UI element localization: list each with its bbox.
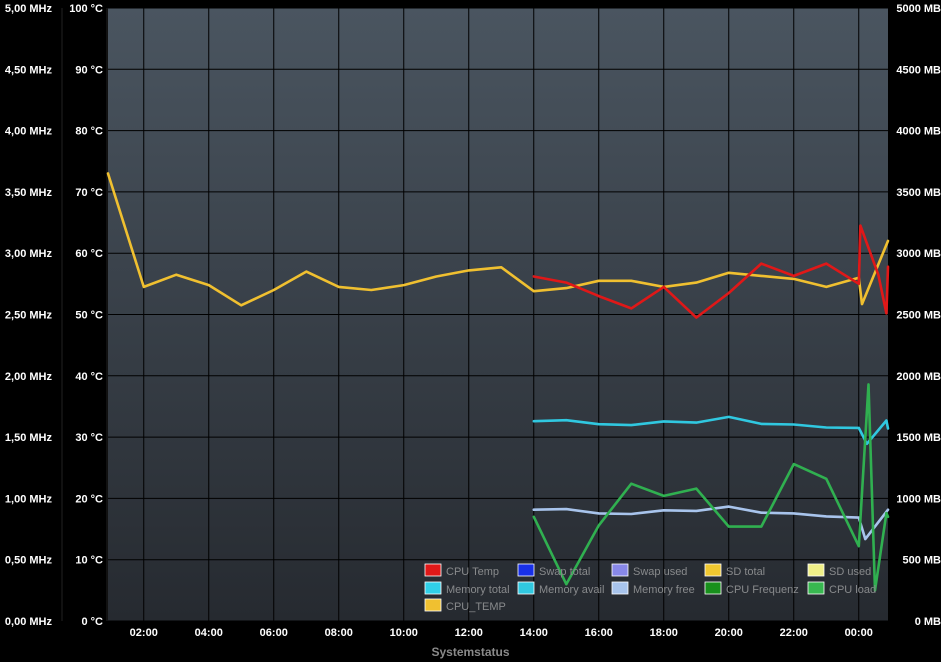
megabyte-axis: 0 MB 500 MB 1000 MB 1500 MB 2000 MB 2500 MB 30… [896,3,941,628]
legend-item-cpu-load[interactable]: CPU load [807,581,876,596]
temp-tick-label: 30 °C [75,432,103,444]
legend-swatch [807,563,825,577]
time-tick-label: 20:00 [715,627,743,639]
legend-swatch [704,581,722,595]
time-tick-label: 14:00 [520,627,548,639]
mb-tick-label: 5000 MB [896,3,941,15]
mb-tick-label: 500 MB [902,555,941,567]
chart-footer-label: Systemstatus [431,645,510,659]
legend-swatch [611,563,629,577]
time-tick-label: 12:00 [455,627,483,639]
legend-item-sd-total[interactable]: SD total [704,563,765,578]
legend-label: SD used [829,566,871,578]
temp-tick-label: 60 °C [75,248,103,260]
legend-label: Memory free [633,584,695,596]
legend-label: Memory avail [539,584,604,596]
time-tick-label: 10:00 [390,627,418,639]
legend-label: Swap total [539,566,590,578]
legend-swatch [807,581,825,595]
time-tick-label: 06:00 [260,627,288,639]
mhz-tick-label: 5,00 MHz [5,3,53,15]
time-tick-label: 08:00 [325,627,353,639]
legend-label: CPU Frequenz [726,584,799,596]
legend-item-swap-used[interactable]: Swap used [611,563,687,578]
legend-item-memory-free[interactable]: Memory free [611,581,695,596]
time-tick-label: 18:00 [650,627,678,639]
mhz-tick-label: 3,50 MHz [5,187,53,199]
mhz-tick-label: 4,50 MHz [5,64,53,76]
mhz-tick-label: 2,50 MHz [5,310,53,322]
mb-tick-label: 4500 MB [896,64,941,76]
legend-swatch [517,581,535,595]
temp-tick-label: 40 °C [75,371,103,383]
legend-label: Swap used [633,566,687,578]
temp-tick-label: 20 °C [75,493,103,505]
mhz-axis: 0,00 MHz 0,50 MHz 1,00 MHz 1,50 MHz 2,00 MHz… [5,3,53,628]
system-status-chart: 0,00 MHz 0,50 MHz 1,00 MHz 1,50 MHz 2,00 MHz… [5,3,941,639]
temperature-axis: 0 °C 10 °C 20 °C 30 °C 40 °C 50 °C 60 °C 70 °C 8… [69,3,103,628]
legend-item-swap-total[interactable]: Swap total [517,563,590,578]
legend-label: CPU_TEMP [446,601,506,613]
mhz-tick-label: 2,00 MHz [5,371,53,383]
legend-swatch [517,563,535,577]
legend-item-memory-avail[interactable]: Memory avail [517,581,604,596]
mb-tick-label: 4000 MB [896,126,941,138]
legend-label: SD total [726,566,765,578]
mhz-tick-label: 4,00 MHz [5,126,53,138]
legend-label: CPU load [829,584,876,596]
time-tick-label: 02:00 [130,627,158,639]
mhz-tick-label: 0,00 MHz [5,616,53,628]
temp-tick-label: 70 °C [75,187,103,199]
legend-label: Memory total [446,584,510,596]
legend-item-cpu-temp[interactable]: CPU Temp [424,563,499,578]
time-tick-label: 16:00 [585,627,613,639]
legend-item-cpu-frequenz[interactable]: CPU Frequenz [704,581,799,596]
legend-item-memory-total[interactable]: Memory total [424,581,510,596]
temp-tick-label: 0 °C [81,616,103,628]
mb-tick-label: 2000 MB [896,371,941,383]
legend-swatch [424,598,442,612]
legend-item-sd-used[interactable]: SD used [807,563,871,578]
mb-tick-label: 1000 MB [896,493,941,505]
mhz-tick-label: 3,00 MHz [5,248,53,260]
mhz-tick-label: 1,50 MHz [5,432,53,444]
mhz-tick-label: 0,50 MHz [5,555,53,567]
temp-tick-label: 80 °C [75,126,103,138]
mb-tick-label: 2500 MB [896,310,941,322]
mb-tick-label: 3500 MB [896,187,941,199]
temp-tick-label: 100 °C [69,3,103,15]
mb-tick-label: 3000 MB [896,248,941,260]
legend-swatch [704,563,722,577]
legend-swatch [424,581,442,595]
legend-label: CPU Temp [446,566,499,578]
legend-swatch [611,581,629,595]
time-axis: 02:00 04:00 06:00 08:00 10:00 12:00 14:00 16:00… [130,627,873,639]
legend-swatch [424,563,442,577]
temp-tick-label: 90 °C [75,64,103,76]
mb-tick-label: 1500 MB [896,432,941,444]
mb-tick-label: 0 MB [915,616,941,628]
legend-item-cpu-temp[interactable]: CPU_TEMP [424,598,506,613]
time-tick-label: 04:00 [195,627,223,639]
time-tick-label: 00:00 [845,627,873,639]
temp-tick-label: 10 °C [75,555,103,567]
time-tick-label: 22:00 [780,627,808,639]
mhz-tick-label: 1,00 MHz [5,493,53,505]
temp-tick-label: 50 °C [75,310,103,322]
